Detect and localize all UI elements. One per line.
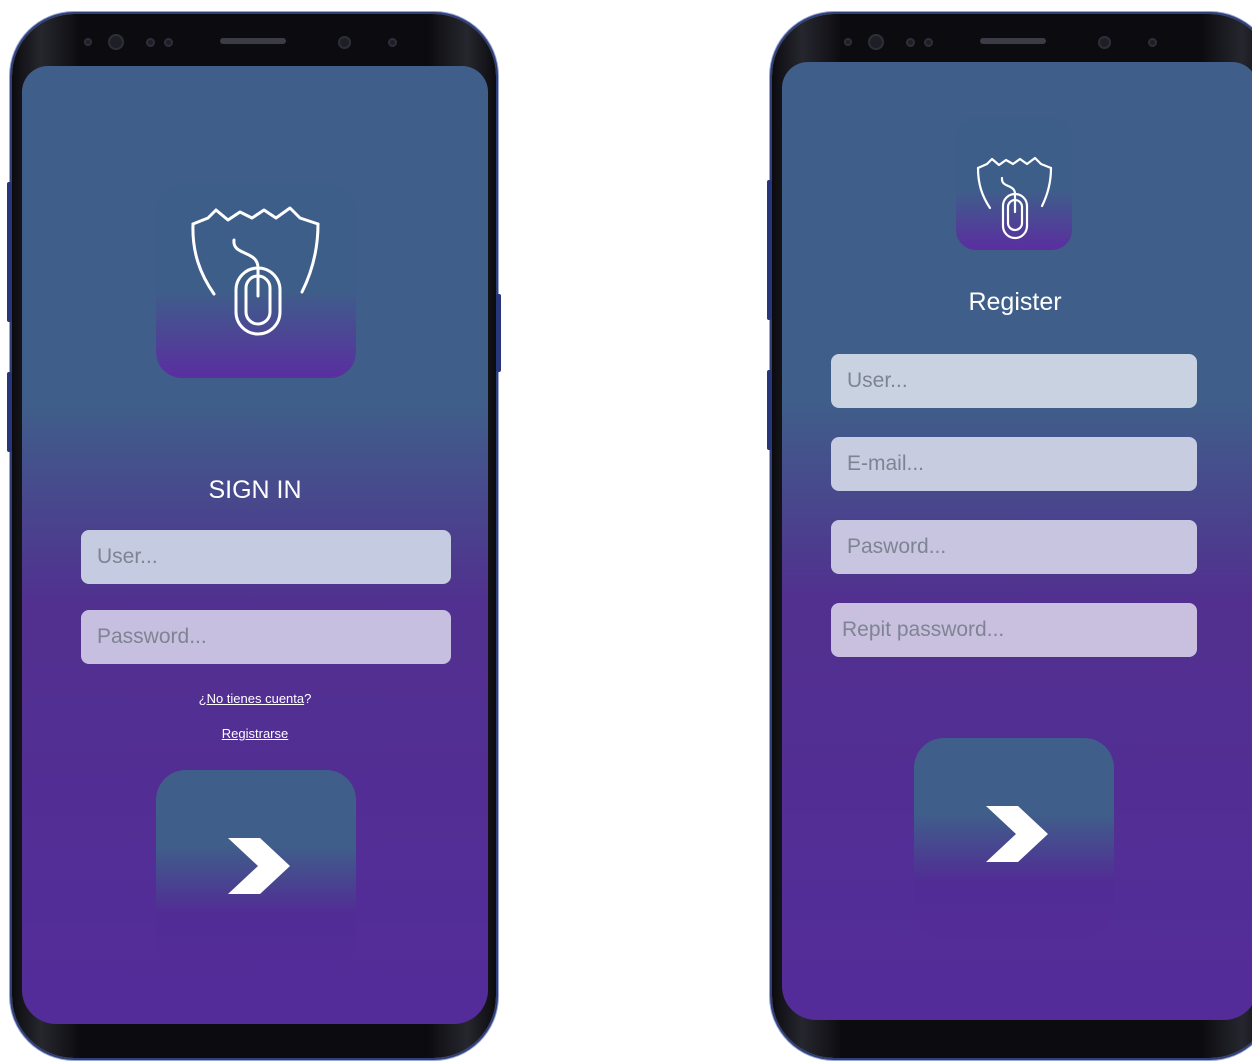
password-input[interactable]	[81, 610, 451, 664]
page-title: Register	[968, 288, 1062, 316]
signin-screen: SIGN IN ¿No tienes cuenta? Registrarse	[22, 66, 488, 1024]
power-button	[496, 294, 501, 372]
earpiece-speaker	[220, 38, 286, 44]
register-link-row: Registrarse	[22, 726, 488, 741]
proximity-sensor	[844, 38, 852, 46]
shield-mouse-icon	[191, 206, 320, 336]
no-account-text: ¿No tienes cuenta?	[22, 691, 488, 706]
shield-mouse-icon	[976, 156, 1053, 240]
bixby-button	[767, 370, 772, 450]
volume-button	[767, 180, 772, 320]
sensor-dot	[388, 38, 397, 47]
page-title: SIGN IN	[208, 476, 302, 504]
user-input[interactable]	[81, 530, 451, 584]
sensor-dot	[146, 38, 155, 47]
chevron-right-icon	[986, 806, 1048, 862]
proximity-sensor	[84, 38, 92, 46]
sensor-dot	[906, 38, 915, 47]
iris-sensor	[108, 34, 124, 50]
front-camera	[1098, 36, 1111, 49]
register-link[interactable]: Registrarse	[222, 726, 288, 741]
phone-frame-register: Register	[767, 14, 1252, 1058]
no-account-suffix: ?	[304, 691, 312, 706]
sensor-dot	[924, 38, 933, 47]
no-account-link[interactable]: No tienes cuenta	[207, 691, 305, 706]
chevron-right-icon	[228, 838, 290, 894]
email-input[interactable]	[831, 437, 1197, 491]
phone-frame-signin: SIGN IN ¿No tienes cuenta? Registrarse	[7, 14, 501, 1058]
sensor-dot	[164, 38, 173, 47]
logo-tile	[156, 184, 356, 378]
front-camera	[338, 36, 351, 49]
signin-submit-button[interactable]	[156, 770, 356, 970]
earpiece-speaker	[980, 38, 1046, 44]
sensor-dot	[1148, 38, 1157, 47]
bixby-button	[7, 372, 12, 452]
volume-button	[7, 182, 12, 322]
no-account-prefix: ¿	[198, 691, 207, 706]
password-input[interactable]	[831, 520, 1197, 574]
iris-sensor	[868, 34, 884, 50]
repeat-password-input[interactable]	[831, 603, 1197, 657]
user-input[interactable]	[831, 354, 1197, 408]
register-submit-button[interactable]	[914, 738, 1114, 938]
register-screen: Register	[782, 62, 1252, 1020]
logo-tile	[956, 118, 1072, 250]
